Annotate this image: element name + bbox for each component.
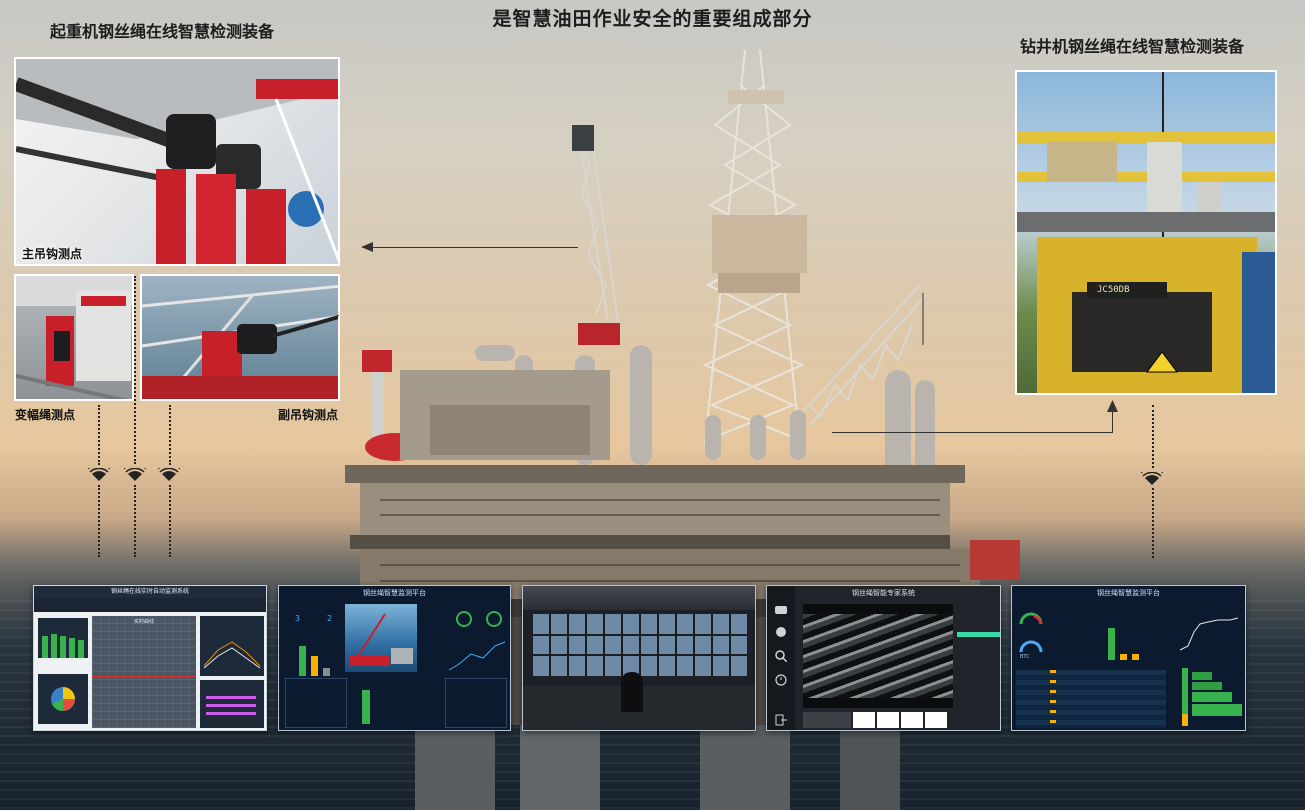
screen1-center-label: 实时曲线 (133, 619, 154, 625)
signal-line-3 (169, 405, 171, 465)
screen5-gauge-label: BTC (1020, 654, 1030, 660)
wireless-signal-icon (124, 468, 146, 481)
screen5-bar-chart (1108, 628, 1139, 660)
screen5-stacked-pyramid (1182, 668, 1242, 726)
aux-hook-photo (140, 274, 340, 401)
screen5-line-chart (1179, 617, 1239, 651)
luffing-rope-photo (14, 274, 134, 401)
signal-line-4-lower (1152, 488, 1154, 558)
screen2-lower-bar (362, 690, 370, 724)
screen2-photo-crane (349, 613, 413, 666)
signal-line-4 (1152, 405, 1154, 468)
screen2-value-2: 2 (327, 614, 333, 623)
arrow-to-drilling-rig (832, 432, 1112, 433)
wireless-signal-icon (158, 468, 180, 481)
control-room-screen[interactable] (522, 585, 756, 731)
smart-monitoring-platform-screen-2[interactable]: 钢丝绳智慧监测平台 BTC (1011, 585, 1246, 731)
signal-line-1 (98, 405, 100, 465)
smart-monitoring-platform-screen-1[interactable]: 钢丝绳智慧监测平台 3 2 (278, 585, 511, 731)
selected-list-item[interactable] (957, 632, 1000, 637)
arrow-to-main-hook (370, 247, 578, 248)
operator-silhouette (621, 672, 643, 712)
luffing-rope-drawing (16, 276, 132, 399)
screen2-value-1: 3 (295, 614, 301, 623)
screen2-line-chart (448, 641, 506, 671)
clock-icon[interactable] (775, 674, 787, 686)
screen1-title: 钢丝绳在线实时自动监测系统 (110, 588, 189, 595)
screen5-data-table (1016, 670, 1166, 728)
aux-hook-label: 副吊钩测点 (278, 408, 339, 422)
record-icon[interactable] (775, 626, 787, 638)
luffing-rope-label: 变幅绳测点 (15, 408, 76, 422)
screen1-line-chart (203, 641, 261, 669)
search-icon[interactable] (775, 650, 787, 662)
drilling-rig-photo: JC50DB (1015, 70, 1277, 395)
screen2-title: 钢丝绳智慧监测平台 (363, 589, 426, 597)
wire-rope-image (803, 604, 953, 708)
video-wall (533, 614, 747, 676)
screen5-gauge-1 (1019, 612, 1043, 625)
arrowhead-up-icon (1107, 400, 1118, 412)
equipment-plate-text: JC50DB (1097, 285, 1130, 295)
drilling-equipment-title: 钻井机钢丝绳在线智慧检测装备 (1020, 37, 1245, 56)
screen2-bar-chart (299, 646, 330, 676)
crane-equipment-title: 起重机钢丝绳在线智慧检测装备 (50, 22, 275, 41)
aux-hook-connector (338, 315, 339, 316)
expert-system-screen[interactable]: 钢丝绳智能专家系统 (766, 585, 1001, 731)
wireless-signal-icon (1141, 472, 1163, 485)
wireless-signal-icon (88, 468, 110, 481)
aux-hook-drawing (142, 284, 338, 399)
exit-icon[interactable] (775, 714, 787, 726)
realtime-monitoring-screen[interactable]: 钢丝绳在线实时自动监测系统 实时曲线 (33, 585, 267, 731)
screen1-bar-chart (42, 634, 84, 658)
signal-line-2 (134, 276, 136, 464)
signal-line-2-lower (134, 485, 136, 557)
screen5-title: 钢丝绳智慧监测平台 (1097, 589, 1160, 597)
main-hook-photo: 主吊钩测点 (14, 57, 340, 266)
drilling-rig-drawing (1017, 72, 1275, 393)
screen2-gauge-icon (456, 611, 472, 627)
screen1-pie-chart (51, 687, 75, 712)
signal-line-1-lower (98, 485, 100, 557)
screen5-gauge-2 (1019, 640, 1043, 653)
camera-icon[interactable] (775, 604, 787, 614)
screen4-title: 钢丝绳智能专家系统 (852, 589, 915, 597)
screen2-gauge-icon (486, 611, 502, 627)
main-hook-sensor-drawing (16, 59, 338, 264)
signal-line-3-lower (169, 485, 171, 557)
main-hook-label: 主吊钩测点 (22, 247, 83, 261)
arrowhead-left-icon (361, 242, 373, 252)
